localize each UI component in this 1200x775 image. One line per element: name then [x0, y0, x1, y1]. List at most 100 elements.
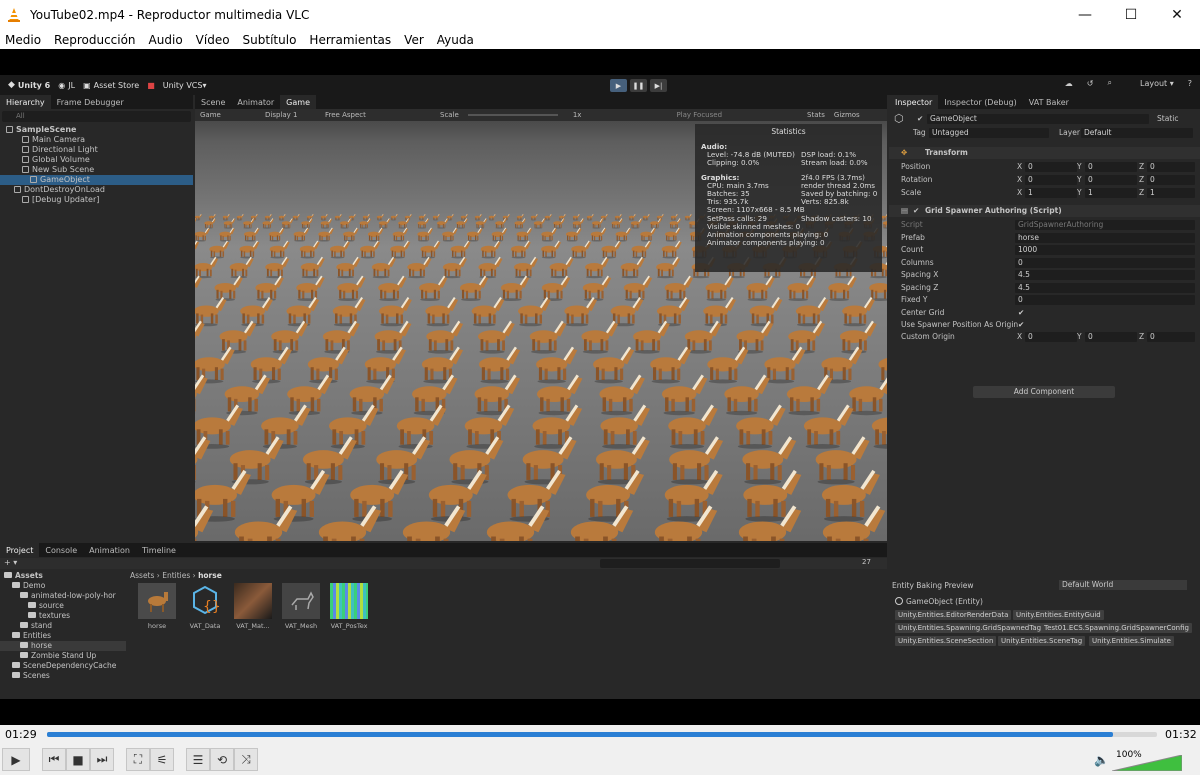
horse: [450, 240, 471, 259]
folder-icon: [12, 632, 20, 638]
collab-icon: ■: [147, 80, 155, 90]
horse: [749, 297, 783, 327]
play-button[interactable]: ▶: [2, 748, 30, 771]
stop-button[interactable]: ■: [66, 748, 90, 771]
horse: [631, 240, 652, 259]
horse: [510, 240, 531, 259]
spawner-field-row: Use Spawner Position As Origin ✔: [901, 320, 1025, 329]
entity-baking-preview: Entity Baking Preview Default World Game…: [889, 577, 1200, 683]
folder-icon: [20, 622, 28, 628]
close-button[interactable]: ✕: [1154, 0, 1200, 30]
folder-icon: [12, 662, 20, 668]
horse: [425, 297, 459, 327]
unity-editor-frame: ◆ Unity 6 ◉ JL ▣ Asset Store ■ Unity VCS ▾ …: [0, 75, 1200, 699]
horse: [705, 275, 734, 301]
next-button[interactable]: ⏭: [90, 748, 114, 771]
folder-icon: [4, 572, 12, 578]
horse: [195, 275, 202, 289]
previous-button[interactable]: ⏮: [42, 748, 66, 771]
horse: [665, 227, 681, 242]
horse: [549, 256, 574, 279]
menu-subtitulo[interactable]: Subtítulo: [243, 33, 297, 47]
horse: [360, 240, 381, 259]
component-chip: Unity.Entities.EntityGuid: [1013, 610, 1104, 620]
horse: [390, 213, 398, 221]
menu-ayuda[interactable]: Ayuda: [437, 33, 474, 47]
hierarchy-item: GameObject: [0, 175, 193, 185]
custom-origin-row: Custom Origin X0 Y0 Z0: [889, 331, 1200, 343]
horse: [565, 227, 582, 242]
asset-store-button: ▣ Asset Store: [83, 80, 140, 90]
project-panel: Project Console Animation Timeline + ▾ 2…: [0, 543, 887, 683]
horse: [250, 346, 292, 384]
horse: [436, 218, 449, 229]
svg-text:{}: {}: [203, 599, 221, 615]
menu-video[interactable]: Vídeo: [196, 33, 230, 47]
menu-medio[interactable]: Medio: [5, 33, 41, 47]
menu-audio[interactable]: Audio: [149, 33, 183, 47]
shuffle-button[interactable]: ⤨: [234, 748, 258, 771]
horse: [615, 227, 632, 242]
horse: [214, 275, 243, 301]
menu-reproduccion[interactable]: Reproducción: [54, 33, 136, 47]
horse: [432, 213, 440, 221]
component-chip: Unity.Entities.Spawning.GridSpawnedTag: [895, 623, 1045, 633]
horse: [586, 213, 594, 221]
spawner-field-row: Count 1000: [889, 244, 1200, 256]
play-controls: ▶ ❚❚ ▶|: [610, 79, 670, 92]
spawner-header: ▤ ✔ Grid Spawner Authoring (Script): [889, 205, 1200, 217]
cube-icon: [14, 186, 21, 193]
horse: [518, 297, 551, 327]
hierarchy-item: Global Volume: [0, 155, 193, 165]
pause-icon: ❚❚: [630, 79, 647, 92]
playlist-button[interactable]: ☰: [186, 748, 210, 771]
folder-icon: [20, 592, 28, 598]
horse: [795, 297, 829, 327]
minimize-button[interactable]: —: [1062, 0, 1108, 30]
seek-bar[interactable]: [47, 732, 1157, 737]
horse: [670, 213, 678, 221]
gizmos-dropdown: Gizmos: [833, 111, 860, 119]
horse: [684, 213, 692, 221]
maximize-button[interactable]: ☐: [1108, 0, 1154, 30]
speaker-icon[interactable]: 🔈: [1094, 753, 1109, 767]
menu-ver[interactable]: Ver: [404, 33, 424, 47]
horse: [318, 227, 334, 242]
project-search: [600, 559, 780, 568]
volume-slider[interactable]: [1112, 755, 1182, 771]
horse: [582, 275, 612, 301]
entity-label: GameObject (Entity): [895, 597, 983, 606]
menu-herramientas[interactable]: Herramientas: [309, 33, 391, 47]
asset-horse: horse: [134, 583, 180, 630]
folder-icon: [20, 642, 28, 648]
horse: [261, 404, 311, 449]
game-toolbar: Game Display 1 Free Aspect Scale 1x Play…: [195, 109, 887, 121]
aspect-dropdown: Free Aspect: [325, 111, 366, 119]
stat-line: Animator components playing: 0: [707, 238, 825, 248]
horse: [516, 213, 524, 221]
horse: [442, 227, 458, 242]
horse: [601, 240, 622, 259]
horse: [195, 256, 219, 279]
horse: [236, 213, 244, 221]
horse: [442, 256, 468, 279]
horse: [318, 505, 382, 541]
extended-settings-button[interactable]: ⚟: [150, 748, 174, 771]
video-surface[interactable]: ◆ Unity 6 ◉ JL ▣ Asset Store ■ Unity VCS ▾ …: [0, 49, 1200, 725]
object-name-field: GameObject: [927, 114, 1149, 124]
horse: [650, 218, 662, 229]
horse: [541, 275, 571, 301]
gameobject-icon: ⬡: [894, 112, 904, 125]
game-viewport: Statistics Audio: Level: -74.8 dB (MUTED…: [195, 121, 887, 541]
loop-button[interactable]: ⟲: [210, 748, 234, 771]
horse: [278, 213, 286, 221]
play-focused-dropdown: Play Focused: [676, 111, 723, 119]
project-tree-item: SceneDependencyCache: [0, 661, 126, 671]
tag-layer-row: Tag Untagged Layer Default: [889, 127, 1200, 139]
search-icon: ⌕: [1107, 78, 1112, 87]
fullscreen-button[interactable]: ⛶: [126, 748, 150, 771]
cube-icon: [22, 146, 29, 153]
horse: [209, 240, 230, 259]
horse: [367, 227, 384, 242]
add-component-button: Add Component: [973, 386, 1115, 398]
